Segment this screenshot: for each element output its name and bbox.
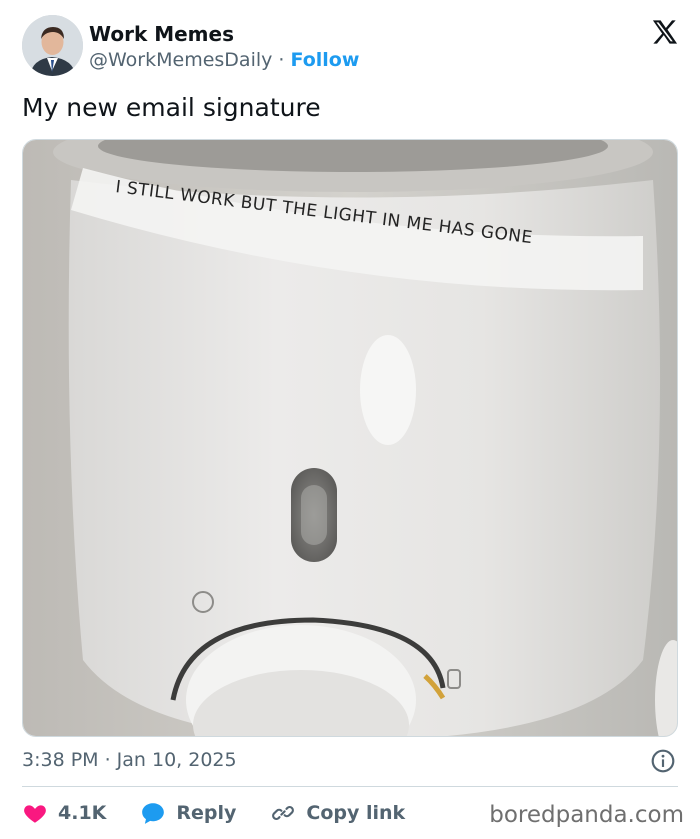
tweet-timestamp[interactable]: 3:38 PM · Jan 10, 2025 [22,748,237,772]
like-button[interactable]: 4.1K [22,800,106,826]
media-image: I STILL WORK BUT THE LIGHT IN ME HAS GON… [23,140,677,736]
action-bar: 4.1K Reply Copy link [22,799,405,827]
x-logo-icon[interactable] [650,18,678,46]
info-icon[interactable] [650,748,676,774]
author-handle[interactable]: @WorkMemesDaily [89,49,272,71]
divider [22,786,678,787]
tweet-card: Work Memes @WorkMemesDaily · Follow My n… [0,0,700,839]
link-icon [272,806,295,820]
follow-button[interactable]: Follow [291,49,360,71]
reply-bubble-icon [142,803,165,824]
copy-link-button[interactable]: Copy link [270,800,405,826]
reply-button[interactable]: Reply [140,800,236,826]
heart-icon [24,805,46,823]
tweet-media[interactable]: I STILL WORK BUT THE LIGHT IN ME HAS GON… [22,139,678,737]
separator-dot: · [278,49,285,71]
copy-link-label: Copy link [306,802,406,824]
author-name[interactable]: Work Memes [89,22,234,46]
tweet-text: My new email signature [22,93,321,122]
author-handle-row: @WorkMemesDaily · Follow [89,48,359,72]
reply-label: Reply [176,802,237,824]
watermark: boredpanda.com [489,802,684,828]
likes-count: 4.1K [58,802,107,824]
avatar[interactable] [22,15,83,76]
